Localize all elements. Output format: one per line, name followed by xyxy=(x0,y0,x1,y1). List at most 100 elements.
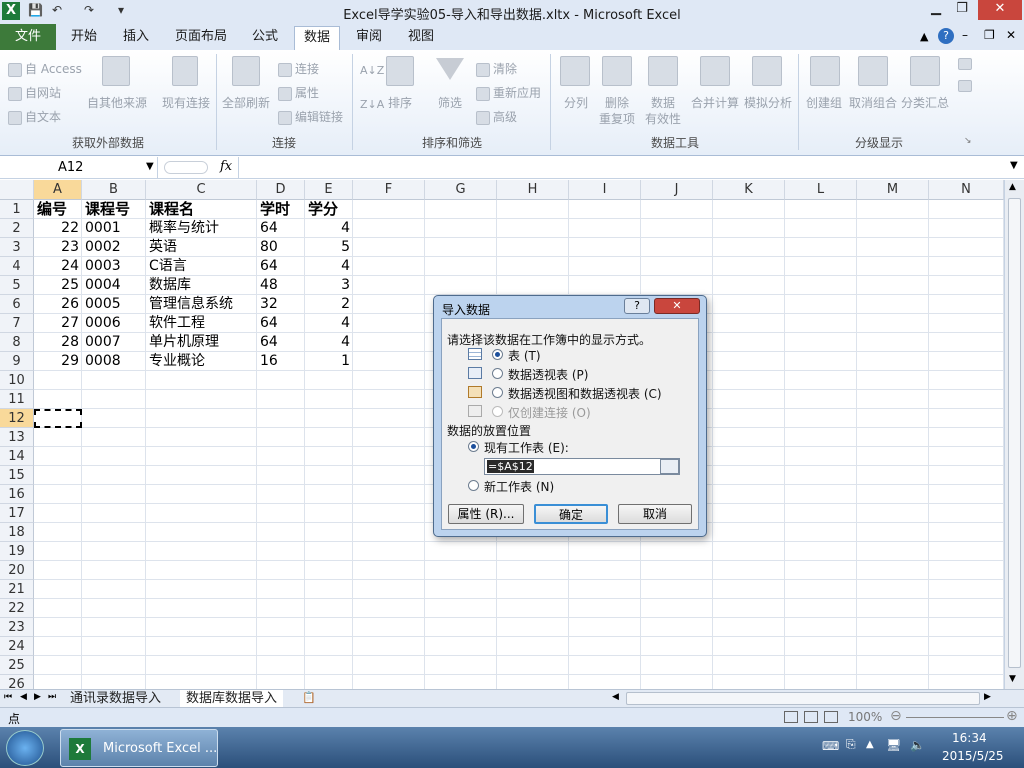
zoom-level[interactable]: 100% xyxy=(848,710,882,724)
cell[interactable]: 4 xyxy=(305,314,353,333)
page-layout-view-icon[interactable] xyxy=(804,711,818,723)
formula-bar-handle-icon[interactable] xyxy=(164,161,208,174)
column-header[interactable]: C xyxy=(146,180,257,200)
data-validation-button[interactable]: 数据 xyxy=(642,94,684,111)
taskbar-excel-button[interactable]: X Microsoft Excel ... xyxy=(60,729,218,767)
row-header[interactable]: 25 xyxy=(0,656,34,675)
cell[interactable]: 概率与统计 xyxy=(146,219,257,238)
column-header[interactable]: E xyxy=(305,180,353,200)
existing-connections-button[interactable]: 现有连接 xyxy=(158,94,214,111)
column-header[interactable]: A xyxy=(34,180,82,200)
network-icon[interactable]: 🖥 xyxy=(886,738,901,752)
cell[interactable]: 数据库 xyxy=(146,276,257,295)
tray-expand-icon[interactable]: ▲ xyxy=(866,739,874,750)
tab-data[interactable]: 数据 xyxy=(294,26,340,50)
range-input[interactable]: =$A$12 xyxy=(484,458,680,475)
row-header[interactable]: 10 xyxy=(0,371,34,390)
cell[interactable]: 23 xyxy=(34,238,82,257)
dialog-close-button[interactable]: ✕ xyxy=(654,298,700,314)
other-sources-button[interactable]: 自其他来源 xyxy=(86,94,148,111)
row-header[interactable]: 26 xyxy=(0,675,34,689)
row-header[interactable]: 4 xyxy=(0,257,34,276)
vertical-scrollbar[interactable]: ▲ ▼ xyxy=(1004,180,1024,689)
start-button[interactable] xyxy=(6,730,44,766)
minimize-button[interactable]: ▁ xyxy=(922,0,950,20)
column-header[interactable]: H xyxy=(497,180,569,200)
cell[interactable]: 64 xyxy=(257,333,305,352)
row-header[interactable]: 6 xyxy=(0,295,34,314)
row-header[interactable]: 3 xyxy=(0,238,34,257)
volume-icon[interactable]: 🔈 xyxy=(910,738,925,752)
normal-view-icon[interactable] xyxy=(784,711,798,723)
row-header[interactable]: 18 xyxy=(0,523,34,542)
cell[interactable]: 4 xyxy=(305,257,353,276)
radio-table[interactable] xyxy=(492,349,503,360)
radio-existing-sheet[interactable] xyxy=(468,441,479,452)
row-header[interactable]: 21 xyxy=(0,580,34,599)
row-header[interactable]: 15 xyxy=(0,466,34,485)
remove-duplicates-button[interactable]: 删除 xyxy=(596,94,638,111)
row-header[interactable]: 24 xyxy=(0,637,34,656)
name-box[interactable]: A12 xyxy=(0,157,158,178)
sort-button[interactable]: 排序 xyxy=(380,94,420,111)
cell[interactable]: 0004 xyxy=(82,276,146,295)
connections-button[interactable]: 连接 xyxy=(278,60,319,77)
insert-sheet-icon[interactable]: 📋 xyxy=(302,691,316,704)
active-cell[interactable] xyxy=(34,409,82,428)
row-header[interactable]: 7 xyxy=(0,314,34,333)
row-header[interactable]: 14 xyxy=(0,447,34,466)
refresh-all-button[interactable]: 全部刷新 xyxy=(218,94,274,111)
cell[interactable]: 0007 xyxy=(82,333,146,352)
hscroll-left-icon[interactable]: ◀ xyxy=(612,692,619,702)
cell[interactable]: 64 xyxy=(257,257,305,276)
row-header[interactable]: 19 xyxy=(0,542,34,561)
tab-home[interactable]: 开始 xyxy=(60,24,108,50)
dialog-help-button[interactable]: ? xyxy=(624,298,650,314)
help-icon[interactable]: ? xyxy=(938,28,954,44)
doc-minimize-icon[interactable]: – xyxy=(962,28,968,42)
tab-file[interactable]: 文件 xyxy=(0,24,56,50)
row-header[interactable]: 2 xyxy=(0,219,34,238)
cancel-button[interactable]: 取消 xyxy=(618,504,692,524)
cell[interactable]: 1 xyxy=(305,352,353,371)
cell[interactable]: 4 xyxy=(305,219,353,238)
column-header[interactable]: N xyxy=(929,180,1004,200)
column-header[interactable]: D xyxy=(257,180,305,200)
sheet-nav-prev-icon[interactable]: ◀ xyxy=(20,692,27,702)
tab-page-layout[interactable]: 页面布局 xyxy=(166,24,236,50)
expand-formula-icon[interactable]: ▼ xyxy=(1010,160,1018,171)
cell[interactable]: 0008 xyxy=(82,352,146,371)
subtotal-button[interactable]: 分类汇总 xyxy=(898,94,952,111)
tab-view[interactable]: 视图 xyxy=(398,24,444,50)
cell[interactable]: 29 xyxy=(34,352,82,371)
from-text-button[interactable]: 自文本 xyxy=(8,108,61,125)
zoom-in-icon[interactable]: ⊕ xyxy=(1006,708,1018,724)
row-header[interactable]: 9 xyxy=(0,352,34,371)
column-header[interactable]: K xyxy=(713,180,785,200)
restore-button[interactable]: ❐ xyxy=(948,0,976,20)
consolidate-button[interactable]: 合并计算 xyxy=(688,94,742,111)
sheet-nav-next-icon[interactable]: ▶ xyxy=(34,692,41,702)
scroll-thumb[interactable] xyxy=(1008,198,1021,668)
row-header[interactable]: 23 xyxy=(0,618,34,637)
row-header[interactable]: 16 xyxy=(0,485,34,504)
cell[interactable]: 学分 xyxy=(305,200,353,219)
doc-restore-icon[interactable]: ❐ xyxy=(984,28,995,42)
cell[interactable]: 课程号 xyxy=(82,200,146,219)
row-header[interactable]: 5 xyxy=(0,276,34,295)
from-web-button[interactable]: 自网站 xyxy=(8,84,61,101)
radio-pivot-table[interactable] xyxy=(492,368,503,379)
cell[interactable]: C语言 xyxy=(146,257,257,276)
keyboard-icon[interactable]: ⌨ xyxy=(822,739,839,753)
cell[interactable]: 0003 xyxy=(82,257,146,276)
text-to-columns-button[interactable]: 分列 xyxy=(556,94,596,111)
cell[interactable]: 80 xyxy=(257,238,305,257)
row-header[interactable]: 1 xyxy=(0,200,34,219)
clear-button[interactable]: 清除 xyxy=(476,60,517,77)
cell[interactable]: 3 xyxy=(305,276,353,295)
column-header[interactable]: B xyxy=(82,180,146,200)
radio-pivot-chart[interactable] xyxy=(492,387,503,398)
cell[interactable]: 48 xyxy=(257,276,305,295)
cell[interactable]: 64 xyxy=(257,219,305,238)
cell[interactable]: 27 xyxy=(34,314,82,333)
